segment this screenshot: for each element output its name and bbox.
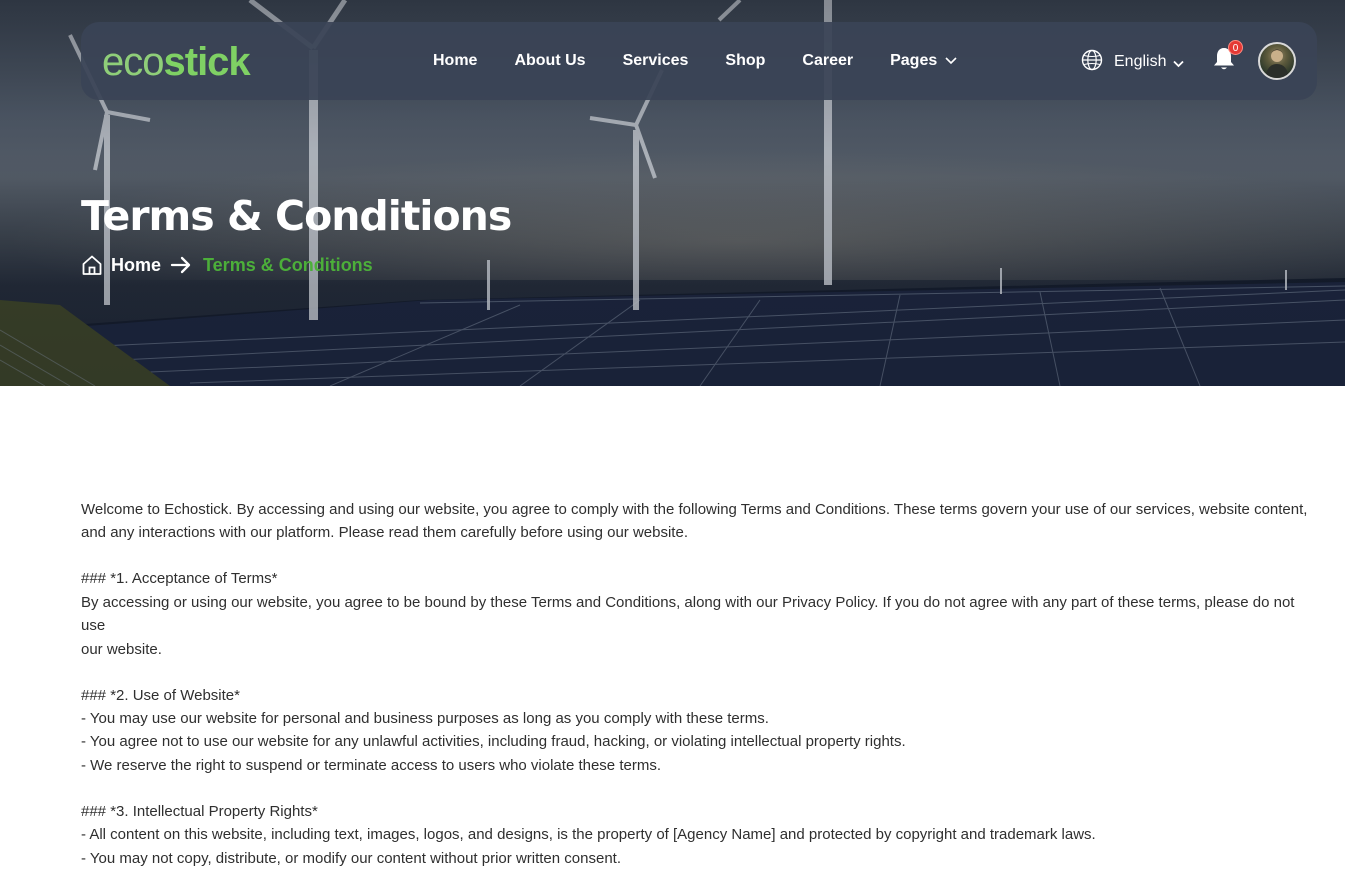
hero-banner: ecostick Home About Us Services Shop Car… — [0, 0, 1345, 386]
nav-item-career[interactable]: Career — [802, 52, 853, 70]
section-3-bullet-2: - You may not copy, distribute, or modif… — [81, 849, 621, 867]
main-nav: Home About Us Services Shop Career Pages — [433, 22, 994, 100]
logo-text-eco: eco — [102, 40, 164, 84]
arrow-right-icon — [170, 254, 192, 276]
section-2-bullet-2: - You agree not to use our website for a… — [81, 733, 906, 751]
notification-count-badge: 0 — [1228, 40, 1243, 55]
language-label: English — [1114, 53, 1167, 70]
nav-item-services[interactable]: Services — [623, 52, 689, 70]
page-title: Terms & Conditions — [81, 192, 512, 240]
section-2-bullet-1: - You may use our website for personal a… — [81, 710, 769, 728]
section-2-bullet-3: - We reserve the right to suspend or ter… — [81, 756, 661, 774]
intro-text-line-2: and any interactions with our platform. … — [81, 524, 688, 542]
top-navbar: ecostick Home About Us Services Shop Car… — [81, 22, 1317, 100]
language-selector[interactable]: English — [1081, 49, 1185, 75]
logo-text-stick: stick — [163, 40, 251, 84]
breadcrumb: Home Terms & Conditions — [81, 254, 373, 276]
language-chevron-down-icon — [1173, 53, 1185, 72]
section-1-text-line-2: our website. — [81, 640, 162, 658]
nav-item-about-us[interactable]: About Us — [514, 52, 585, 70]
nav-item-pages-label: Pages — [890, 52, 938, 69]
nav-item-home[interactable]: Home — [433, 52, 477, 70]
home-icon[interactable] — [81, 254, 103, 276]
nav-item-shop[interactable]: Shop — [725, 52, 765, 70]
terms-content: Welcome to Echostick. By accessing and u… — [81, 498, 1321, 870]
section-3-bullet-1: - All content on this website, including… — [81, 826, 1096, 844]
nav-item-pages[interactable]: Pages — [890, 52, 957, 70]
breadcrumb-home-link[interactable]: Home — [111, 255, 161, 276]
chevron-down-icon — [945, 52, 957, 70]
avatar-image — [1265, 49, 1289, 78]
section-2-heading: ### *2. Use of Website* — [81, 686, 240, 704]
intro-text-line-1: Welcome to Echostick. By accessing and u… — [81, 501, 1308, 518]
user-avatar[interactable] — [1258, 42, 1296, 80]
breadcrumb-current: Terms & Conditions — [203, 254, 373, 275]
section-1-heading: ### *1. Acceptance of Terms* — [81, 570, 278, 588]
globe-icon — [1081, 49, 1103, 75]
ecostick-logo[interactable]: ecostick — [102, 38, 251, 86]
section-1-text-line-1: By accessing or using our website, you a… — [81, 593, 1295, 635]
section-3-heading: ### *3. Intellectual Property Rights* — [81, 802, 318, 820]
